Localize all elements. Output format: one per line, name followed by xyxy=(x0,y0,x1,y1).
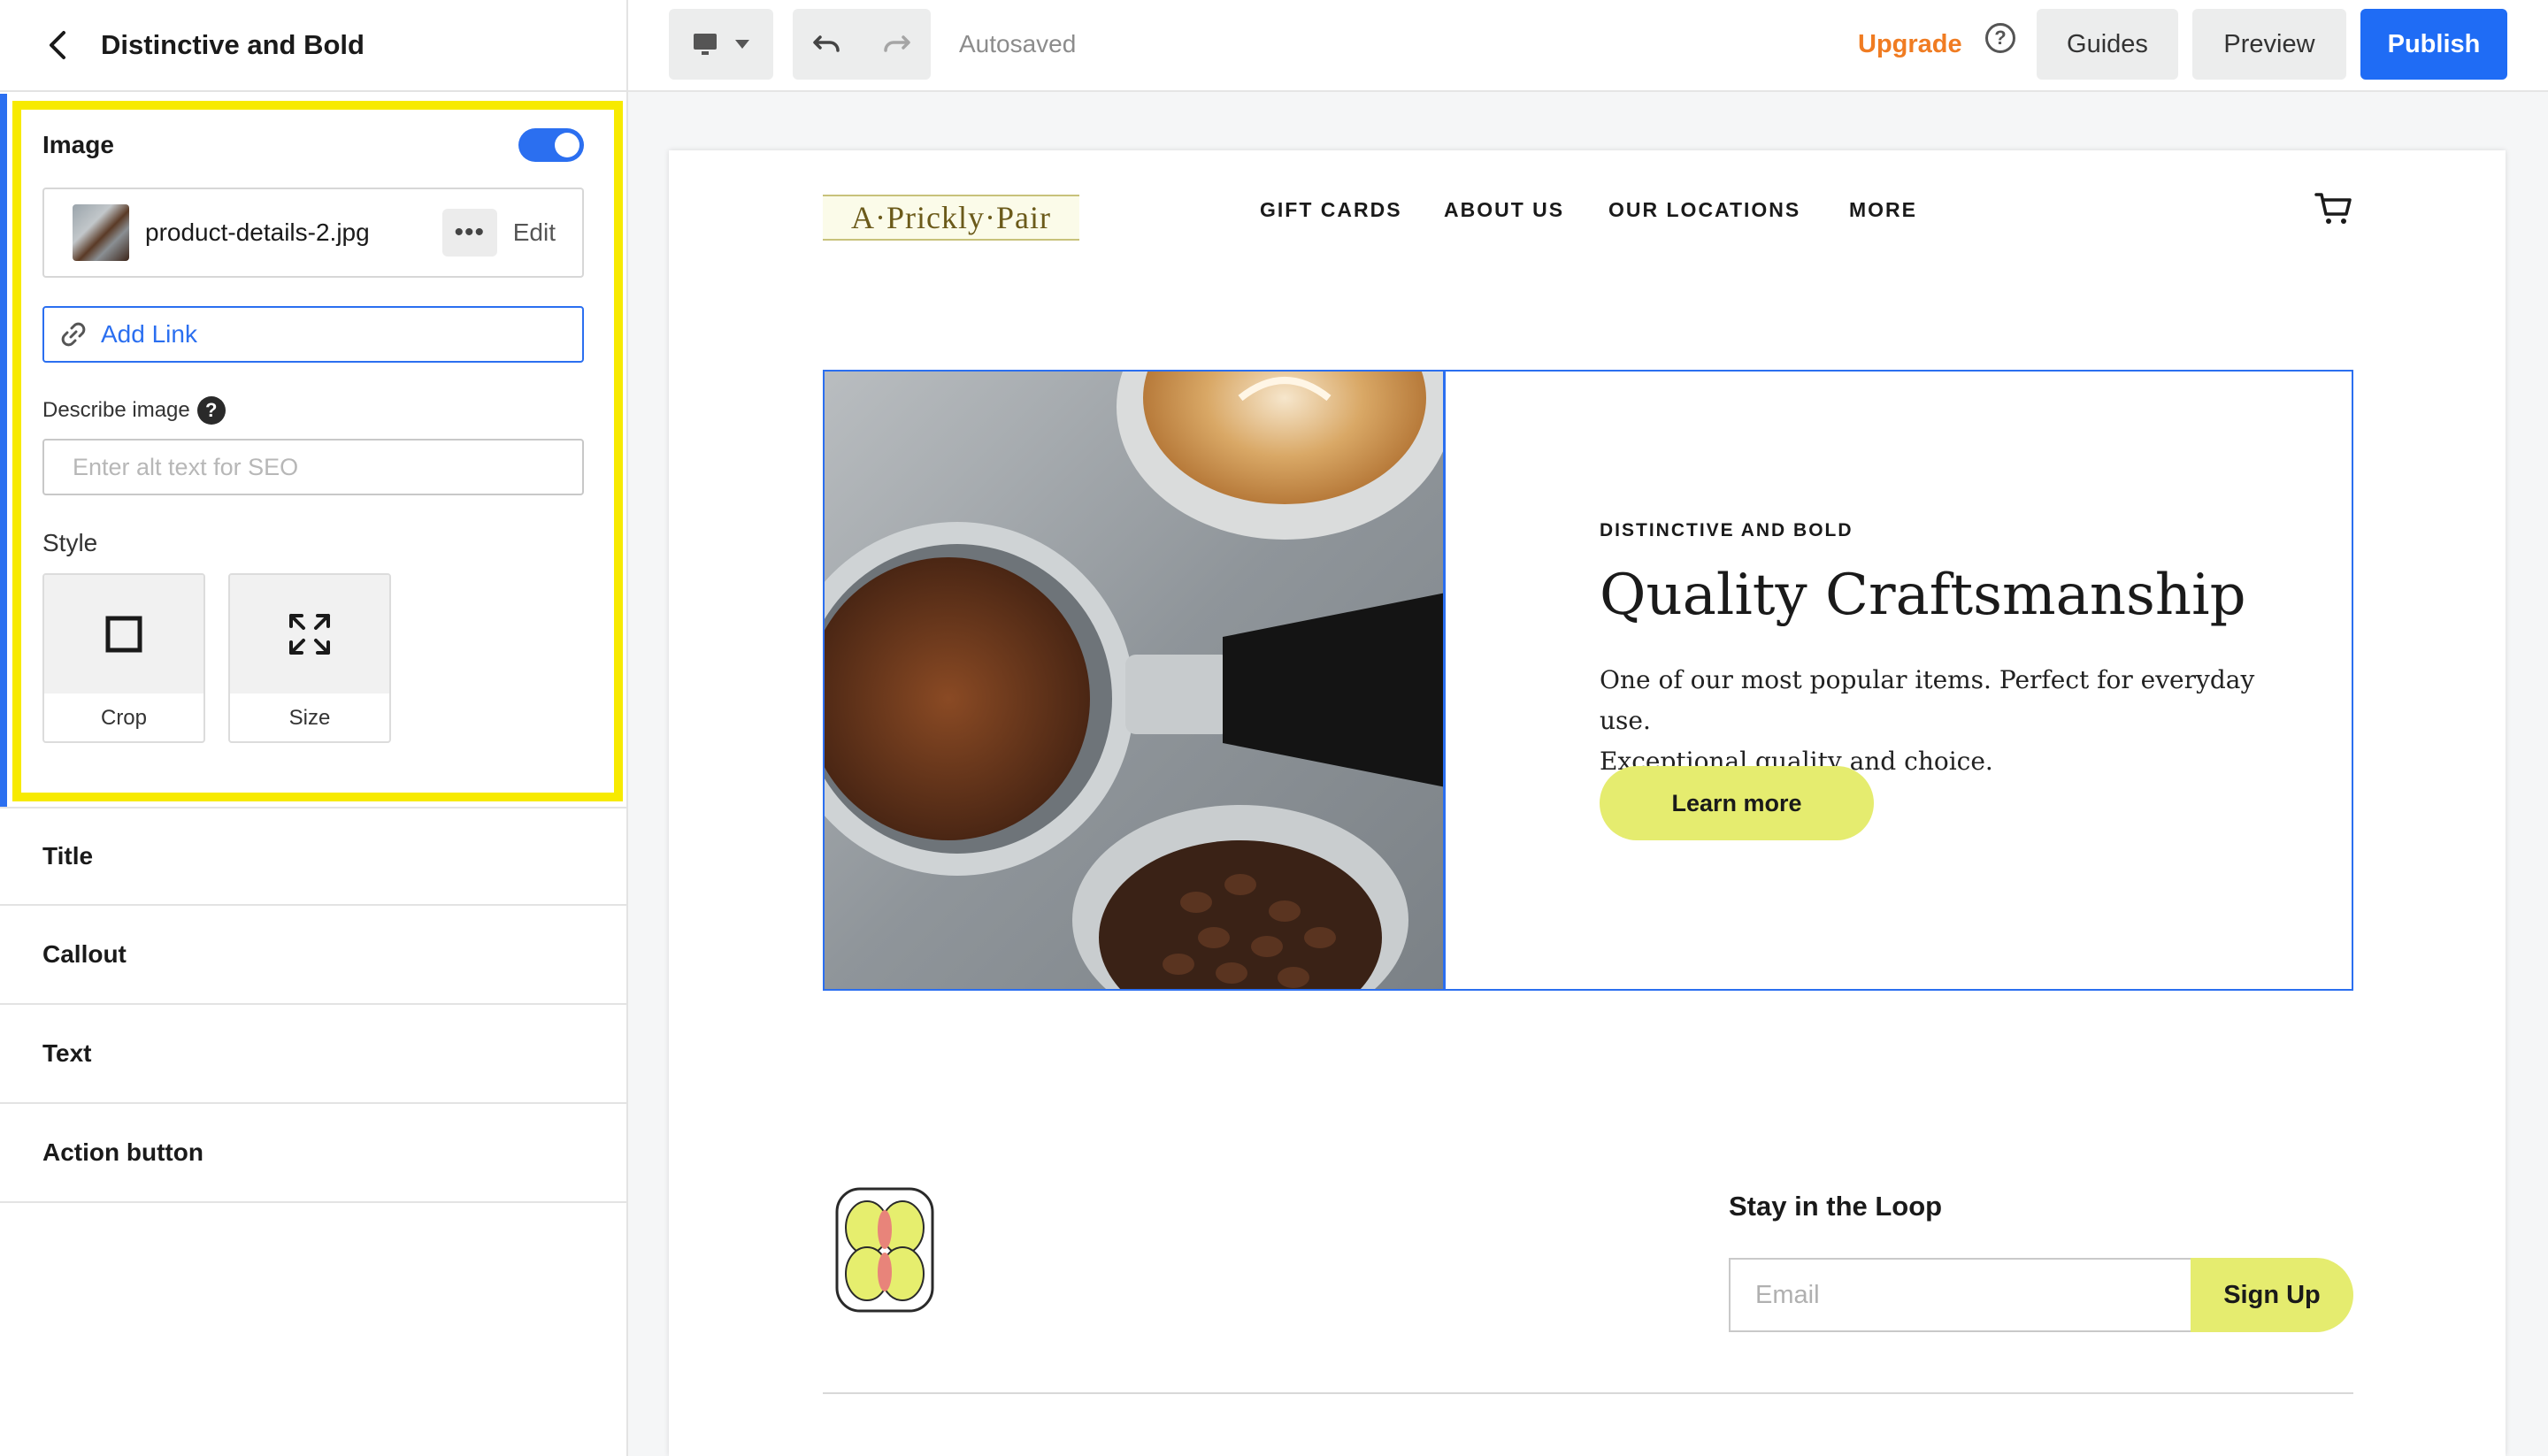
email-input[interactable] xyxy=(1729,1258,2192,1332)
image-filename: product-details-2.jpg xyxy=(145,218,370,246)
site-preview-canvas: A·Prickly·Pair GIFT CARDS ABOUT US OUR L… xyxy=(669,150,2506,1456)
crop-square-icon xyxy=(105,616,142,653)
style-crop-button[interactable]: Crop xyxy=(42,573,205,743)
redo-button[interactable] xyxy=(862,9,931,80)
image-thumbnail xyxy=(73,204,129,261)
chevron-down-icon xyxy=(735,40,749,49)
image-file-box: product-details-2.jpg ••• Edit xyxy=(42,188,584,278)
expand-arrows-icon xyxy=(289,614,330,655)
add-link-label: Add Link xyxy=(101,320,197,348)
image-settings-panel: Image product-details-2.jpg ••• Edit Add… xyxy=(42,119,584,743)
feature-image[interactable] xyxy=(825,372,1446,989)
nav-gift-cards[interactable]: GIFT CARDS xyxy=(1260,198,1402,222)
feature-body: One of our most popular items. Perfect f… xyxy=(1600,660,2281,782)
toggle-knob xyxy=(555,133,579,157)
preview-button[interactable]: Preview xyxy=(2192,9,2346,80)
active-section-indicator xyxy=(0,94,7,808)
undo-redo-group xyxy=(793,9,931,80)
top-toolbar: Autosaved Upgrade ? Guides Preview Publi… xyxy=(628,0,2548,92)
device-switcher[interactable] xyxy=(669,9,773,80)
undo-button[interactable] xyxy=(793,9,862,80)
desktop-icon xyxy=(694,34,717,55)
nav-our-locations[interactable]: OUR LOCATIONS xyxy=(1608,198,1800,222)
style-crop-label: Crop xyxy=(100,706,148,730)
image-row: Image xyxy=(42,119,584,172)
style-size-button[interactable]: Size xyxy=(228,573,391,743)
link-icon xyxy=(61,322,86,347)
more-options-button[interactable]: ••• xyxy=(441,209,497,257)
learn-more-button[interactable]: Learn more xyxy=(1600,766,1874,840)
edit-image-button[interactable]: Edit xyxy=(513,218,556,247)
undo-icon xyxy=(813,35,840,52)
section-title[interactable]: Title xyxy=(0,807,626,906)
footer-divider xyxy=(823,1392,2353,1394)
redo-icon xyxy=(884,35,910,52)
help-circle-icon[interactable]: ? xyxy=(1985,23,2015,53)
prickly-pear-emblem-icon xyxy=(835,1187,934,1313)
style-label: Style xyxy=(42,529,98,556)
section-action-button[interactable]: Action button xyxy=(0,1104,626,1203)
image-toggle[interactable] xyxy=(518,128,584,162)
guides-button[interactable]: Guides xyxy=(2037,9,2178,80)
publish-button[interactable]: Publish xyxy=(2360,9,2507,80)
section-callout[interactable]: Callout xyxy=(0,906,626,1005)
site-logo[interactable]: A·Prickly·Pair xyxy=(823,195,1079,241)
upgrade-link[interactable]: Upgrade xyxy=(1858,30,1962,59)
section-text[interactable]: Text xyxy=(0,1005,626,1104)
sidebar: Distinctive and Bold Image product-detai… xyxy=(0,0,628,1456)
style-size-label: Size xyxy=(288,706,331,730)
back-arrow-icon[interactable] xyxy=(44,31,71,59)
newsletter-title: Stay in the Loop xyxy=(1729,1191,1943,1222)
style-options: Crop Size xyxy=(42,573,584,743)
nav-more[interactable]: MORE xyxy=(1849,198,1917,222)
alt-text-input[interactable] xyxy=(42,439,584,495)
sign-up-button[interactable]: Sign Up xyxy=(2191,1258,2353,1332)
nav-about-us[interactable]: ABOUT US xyxy=(1444,198,1564,222)
editor-root: Distinctive and Bold Image product-detai… xyxy=(0,0,2548,1456)
cart-icon[interactable] xyxy=(2314,191,2353,226)
sidebar-title: Distinctive and Bold xyxy=(101,29,365,60)
describe-image-label: Describe image xyxy=(42,398,190,422)
describe-image-row: Describe image ? xyxy=(42,396,584,425)
add-link-button[interactable]: Add Link xyxy=(42,306,584,363)
image-label: Image xyxy=(42,131,114,158)
feature-eyebrow: DISTINCTIVE AND BOLD xyxy=(1600,520,1853,540)
feature-body-line-1: One of our most popular items. Perfect f… xyxy=(1600,665,2255,735)
feature-heading: Quality Craftsmanship xyxy=(1600,563,2246,628)
sidebar-header: Distinctive and Bold xyxy=(0,0,626,92)
help-icon[interactable]: ? xyxy=(196,396,226,425)
autosave-status: Autosaved xyxy=(959,30,1077,57)
